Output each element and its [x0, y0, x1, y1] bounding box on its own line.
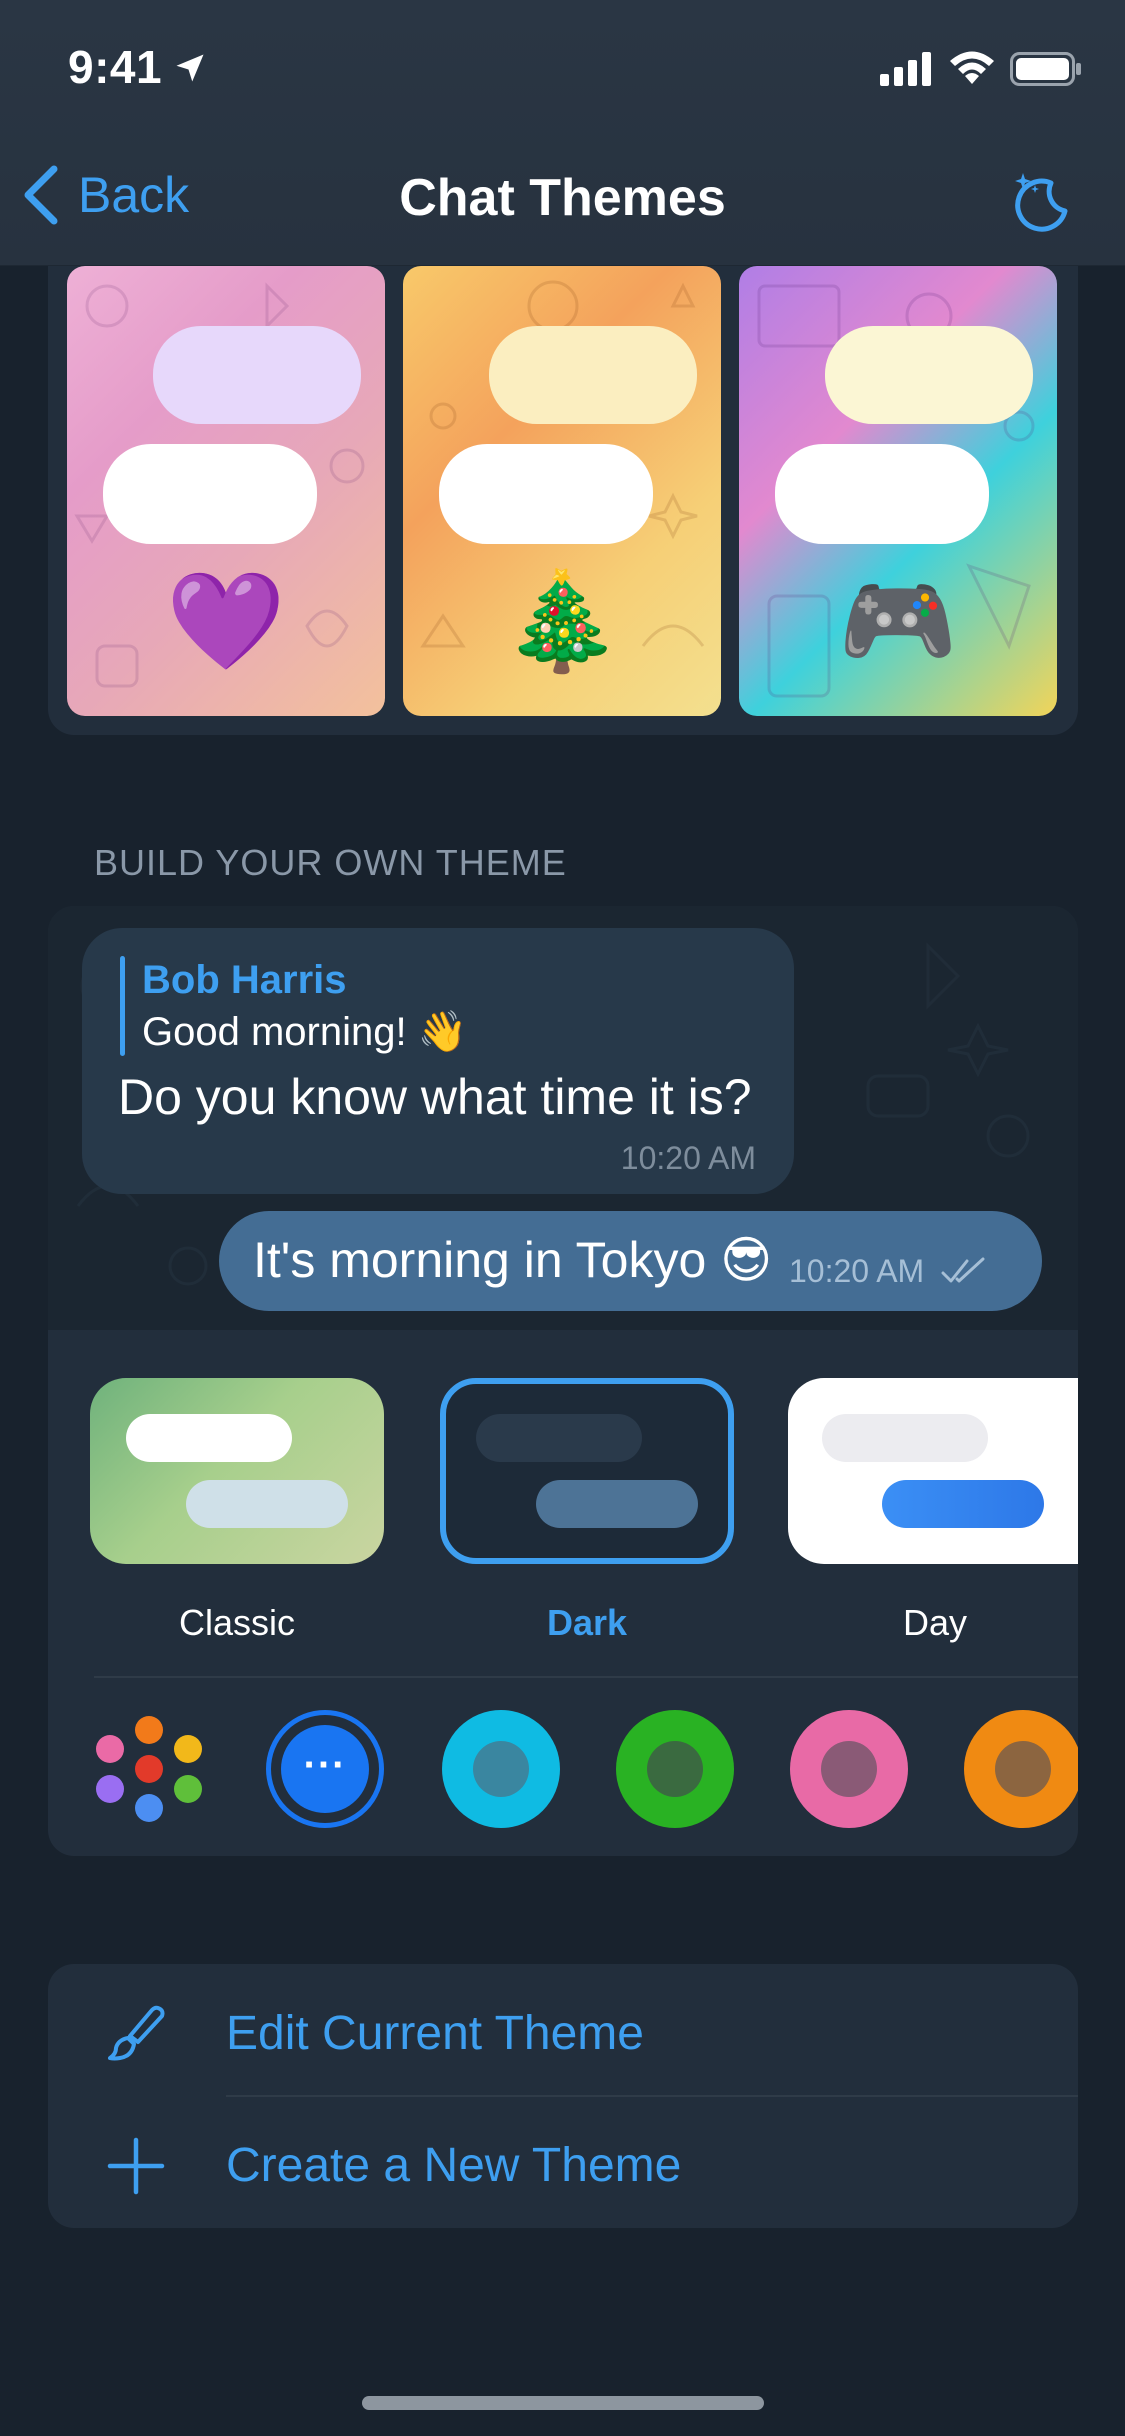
theme-option-label-day: Day: [902, 1602, 968, 1643]
build-theme-card: Bob Harris Good morning! 👋 Do you know w…: [48, 906, 1078, 1856]
theme-option-dark[interactable]: [440, 1378, 734, 1564]
theme-tile-gaming[interactable]: 🎮: [739, 266, 1057, 716]
sample-outgoing-bubble: [489, 326, 697, 424]
sample-incoming-bubble: [439, 444, 653, 544]
color-swatch-cyan[interactable]: [442, 1710, 560, 1828]
outgoing-message-text: It's morning in Tokyo 😎: [253, 1232, 773, 1288]
swatch-center: [995, 1741, 1051, 1797]
theme-tile-heart[interactable]: 💜: [67, 266, 385, 716]
edit-current-theme-button[interactable]: Edit Current Theme: [48, 1964, 1078, 2097]
color-swatch-orange[interactable]: [964, 1710, 1078, 1828]
more-options-icon: ···: [281, 1725, 369, 1813]
section-header: BUILD YOUR OWN THEME: [94, 842, 567, 883]
night-mode-moon-icon[interactable]: [1005, 165, 1075, 235]
swatch-center: [821, 1741, 877, 1797]
reply-quote-text: Good morning! 👋: [142, 1010, 468, 1054]
color-swatch-pink[interactable]: [790, 1710, 908, 1828]
location-arrow-icon: [176, 54, 204, 82]
sample-outgoing-bubble: [153, 326, 361, 424]
sample-outgoing-bubble: [825, 326, 1033, 424]
sample-incoming-bubble: [476, 1414, 642, 1462]
color-swatch-blue-selected[interactable]: ···: [266, 1710, 384, 1828]
swatch-center: [473, 1741, 529, 1797]
home-indicator[interactable]: [362, 2396, 764, 2410]
more-dots: ···: [303, 1743, 347, 1787]
theme-option-label-dark: Dark: [546, 1602, 628, 1643]
sample-incoming-bubble: [822, 1414, 988, 1462]
theme-actions-list: Edit Current Theme Create a New Theme: [48, 1964, 1078, 2228]
brush-icon: [108, 2005, 165, 2061]
double-check-icon: [941, 1257, 985, 1283]
theme-tile-christmas[interactable]: 🎄: [403, 266, 721, 716]
swatch-center: [647, 1741, 703, 1797]
battery-icon: [1010, 52, 1081, 86]
outgoing-message-bubble[interactable]: It's morning in Tokyo 😎 10:20 AM: [219, 1211, 1042, 1311]
sample-outgoing-bubble: [536, 1480, 698, 1528]
reply-sender-name: Bob Harris: [142, 958, 347, 1002]
sample-outgoing-bubble: [882, 1480, 1044, 1528]
create-new-theme-button[interactable]: Create a New Theme: [48, 2096, 1078, 2228]
edit-current-theme-label: Edit Current Theme: [226, 2007, 644, 2060]
theme-option-label-classic: Classic: [178, 1602, 295, 1643]
create-new-theme-label: Create a New Theme: [226, 2139, 682, 2192]
theme-emoji: 🎮: [838, 568, 958, 675]
sample-outgoing-bubble: [186, 1480, 348, 1528]
wifi-icon: [950, 51, 994, 84]
custom-color-palette-icon[interactable]: [90, 1710, 208, 1828]
incoming-message-bubble[interactable]: Bob Harris Good morning! 👋 Do you know w…: [82, 928, 794, 1194]
theme-option-classic[interactable]: [90, 1378, 384, 1564]
sample-incoming-bubble: [126, 1414, 292, 1462]
theme-emoji: 💜: [166, 568, 286, 675]
chat-preview: Bob Harris Good morning! 👋 Do you know w…: [48, 906, 1078, 1330]
theme-emoji: 🎄: [502, 568, 622, 675]
cellular-signal-icon: [880, 52, 931, 86]
divider: [94, 1676, 1078, 1678]
plus-icon: [107, 2137, 165, 2195]
page-title: Chat Themes: [399, 169, 726, 227]
reply-quote-bar: [120, 956, 125, 1056]
navigation-bar: 9:41 Back Chat Themes: [0, 0, 1125, 266]
sample-incoming-bubble: [103, 444, 317, 544]
sample-incoming-bubble: [775, 444, 989, 544]
status-time: 9:41: [68, 41, 163, 93]
outgoing-message-time: 10:20 AM: [789, 1253, 925, 1289]
color-swatch-green[interactable]: [616, 1710, 734, 1828]
theme-option-day[interactable]: [788, 1378, 1078, 1564]
incoming-message-text: Do you know what time it is?: [118, 1069, 752, 1125]
incoming-message-time: 10:20 AM: [620, 1140, 756, 1176]
